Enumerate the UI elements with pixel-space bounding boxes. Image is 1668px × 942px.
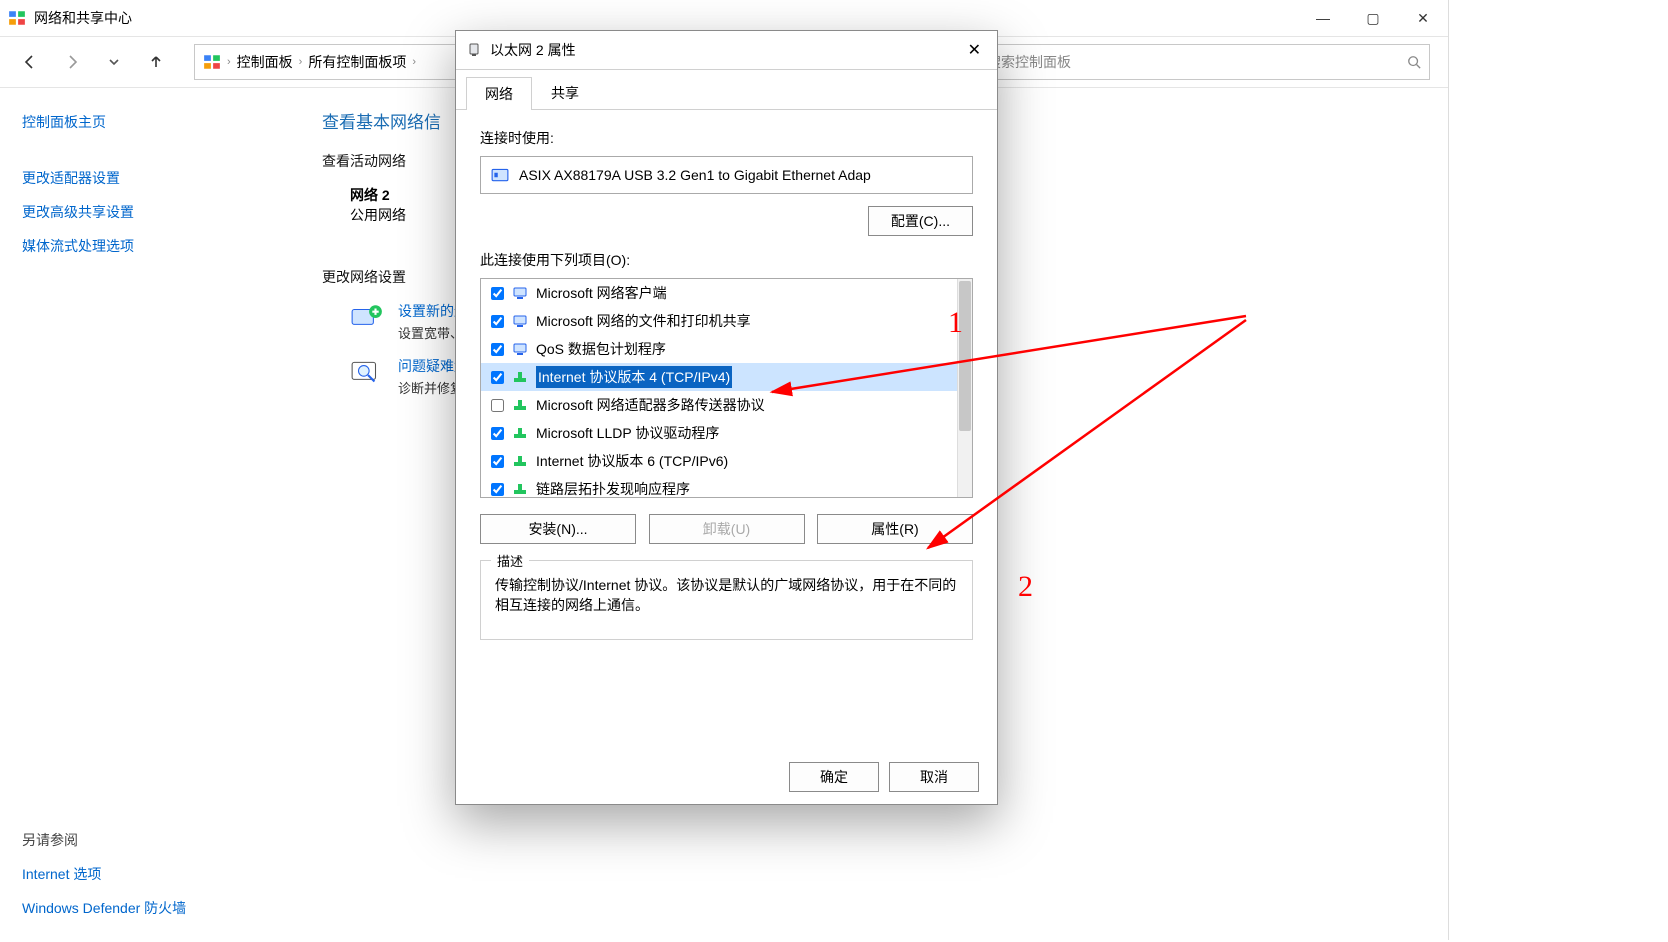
annotation-arrows bbox=[0, 0, 1448, 940]
